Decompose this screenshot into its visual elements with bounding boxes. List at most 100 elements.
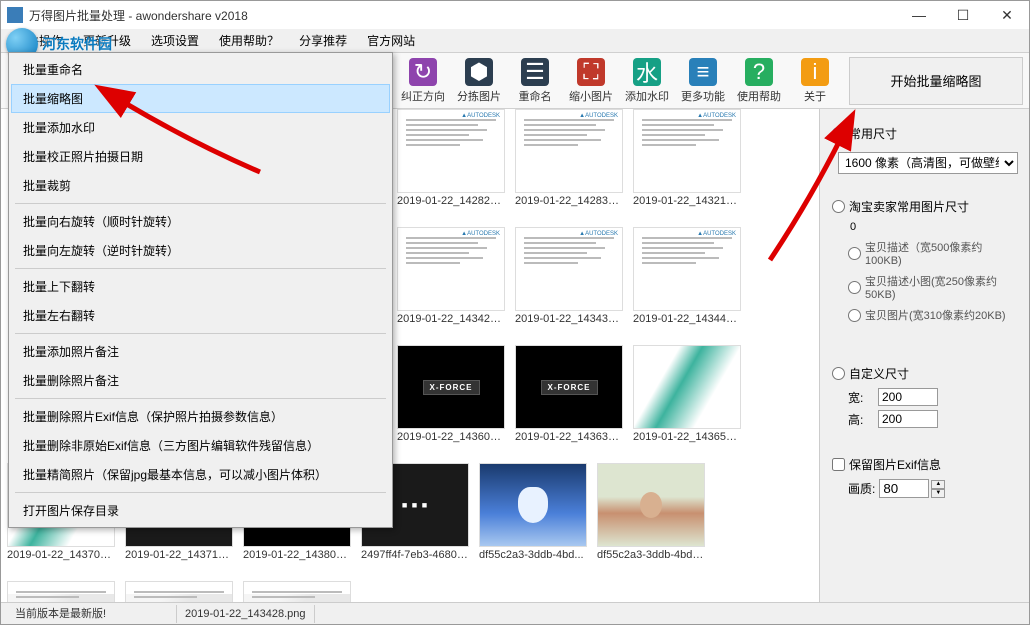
- dropdown-item-3[interactable]: 批量校正照片拍摄日期: [11, 142, 390, 171]
- dropdown-item-8[interactable]: 批量左右翻转: [11, 301, 390, 330]
- toolbar-icon-6: ?: [745, 58, 773, 86]
- dropdown-item-11[interactable]: 批量删除照片Exif信息（保护照片拍摄参数信息）: [11, 402, 390, 431]
- thumbnail-item[interactable]: [241, 581, 353, 602]
- maximize-button[interactable]: ☐: [941, 1, 985, 29]
- thumbnail-item[interactable]: ▲AUTODESK2019-01-22_142829...: [395, 109, 507, 219]
- thumbnail-item[interactable]: df55c2a3-3ddb-4bd4...: [595, 463, 707, 573]
- common-size-radio[interactable]: [832, 127, 845, 140]
- height-label: 高:: [848, 411, 878, 428]
- dropdown-item-12[interactable]: 批量删除非原始Exif信息（三方图片编辑软件残留信息）: [11, 431, 390, 460]
- toolbar-label-7: 关于: [804, 88, 826, 104]
- thumbnail-image: [7, 581, 115, 602]
- menu-item-0[interactable]: 文件操作: [5, 29, 73, 52]
- dropdown-item-13[interactable]: 批量精简照片（保留jpg最基本信息，可以减小图片体积）: [11, 460, 390, 489]
- app-icon: [7, 7, 23, 23]
- dropdown-separator: [15, 268, 386, 269]
- menu-item-5[interactable]: 官方网站: [357, 29, 425, 52]
- taobao-option-radio-1[interactable]: [848, 281, 861, 294]
- menu-item-3[interactable]: 使用帮助？: [209, 29, 289, 52]
- thumbnail-item[interactable]: ▲AUTODESK 2019-01-22_143436...: [513, 227, 625, 337]
- status-version: 当前版本是最新版!: [7, 605, 177, 623]
- quality-input[interactable]: [879, 479, 929, 498]
- taobao-option-label-2: 宝贝图片(宽310像素约20KB): [865, 307, 1006, 323]
- status-current-file: 2019-01-22_143428.png: [177, 605, 315, 623]
- thumbnail-image: ▲AUTODESK: [515, 227, 623, 311]
- thumbnail-label: 2019-01-22_143436...: [515, 313, 623, 325]
- thumbnail-label: 2019-01-22_143428...: [397, 313, 505, 325]
- status-bar: 当前版本是最新版! 2019-01-22_143428.png: [1, 602, 1029, 624]
- toolbar-label-3: 缩小图片: [569, 88, 613, 104]
- quality-up-button[interactable]: ▲: [931, 480, 945, 489]
- thumbnail-item[interactable]: X-FORCE2019-01-22_143634...: [513, 345, 625, 455]
- toolbar-button-3[interactable]: ⛶ 缩小图片: [563, 54, 619, 108]
- dropdown-item-4[interactable]: 批量裁剪: [11, 171, 390, 200]
- dropdown-item-7[interactable]: 批量上下翻转: [11, 272, 390, 301]
- thumbnail-label: 2019-01-22_142836...: [515, 195, 623, 207]
- menu-bar: 文件操作更新升级选项设置使用帮助？分享推荐官方网站: [1, 29, 1029, 53]
- thumbnail-image: ▲AUTODESK: [633, 227, 741, 311]
- common-size-select[interactable]: 1600 像素（高清图，可做壁纸: [838, 152, 1018, 174]
- keep-exif-checkbox[interactable]: [832, 458, 845, 471]
- thumbnail-image: [479, 463, 587, 547]
- thumbnail-item[interactable]: df55c2a3-3ddb-4bd...: [477, 463, 589, 573]
- width-input[interactable]: [878, 388, 938, 406]
- toolbar-icon-3: ⛶: [577, 58, 605, 86]
- thumbnail-label: df55c2a3-3ddb-4bd4...: [597, 549, 705, 561]
- toolbar-label-0: 纠正方向: [401, 88, 445, 104]
- thumbnail-item[interactable]: X-FORCE2019-01-22_143604...: [395, 345, 507, 455]
- thumbnail-item[interactable]: ▲AUTODESK2019-01-22_143444...: [631, 227, 743, 337]
- thumbnail-label: 2019-01-22_143210...: [633, 195, 741, 207]
- thumbnail-item[interactable]: ▲AUTODESK2019-01-22_143210...: [631, 109, 743, 219]
- custom-size-label: 自定义尺寸: [849, 365, 909, 382]
- taobao-option-radio-0[interactable]: [848, 247, 861, 260]
- thumbnail-item[interactable]: [5, 581, 117, 602]
- quality-label: 画质:: [848, 480, 875, 497]
- start-batch-button[interactable]: 开始批量缩略图: [849, 57, 1023, 105]
- thumbnail-label: 2019-01-22_143713...: [125, 549, 233, 561]
- toolbar-button-1[interactable]: ⬢分拣图片: [451, 54, 507, 108]
- thumbnail-item[interactable]: ▲AUTODESK2019-01-22_142836...: [513, 109, 625, 219]
- dropdown-separator: [15, 398, 386, 399]
- dropdown-item-9[interactable]: 批量添加照片备注: [11, 337, 390, 366]
- close-button[interactable]: ✕: [985, 1, 1029, 29]
- toolbar-button-2[interactable]: ☰重命名: [507, 54, 563, 108]
- thumbnail-item[interactable]: [123, 581, 235, 602]
- toolbar-icon-0: ↻: [409, 58, 437, 86]
- thumbnail-label: 2019-01-22_143634...: [515, 431, 623, 443]
- thumbnail-label: 2019-01-22_143652...: [633, 431, 741, 443]
- thumbnail-label: 2019-01-22_143705...: [7, 549, 115, 561]
- thumbnail-item[interactable]: 2019-01-22_143652...: [631, 345, 743, 455]
- dropdown-item-10[interactable]: 批量删除照片备注: [11, 366, 390, 395]
- thumbnail-image: ▲AUTODESK: [397, 109, 505, 193]
- minimize-button[interactable]: —: [897, 1, 941, 29]
- width-label: 宽:: [848, 389, 878, 406]
- taobao-option-label-1: 宝贝描述小图(宽250像素约50KB): [865, 273, 1017, 301]
- dropdown-item-6[interactable]: 批量向左旋转（逆时针旋转）: [11, 236, 390, 265]
- dropdown-item-1[interactable]: 批量缩略图: [11, 84, 390, 113]
- toolbar-button-7[interactable]: i 关于: [787, 54, 843, 108]
- taobao-zero: 0: [850, 221, 1021, 233]
- taobao-size-radio[interactable]: [832, 200, 845, 213]
- menu-item-4[interactable]: 分享推荐: [289, 29, 357, 52]
- dropdown-item-0[interactable]: 批量重命名: [11, 55, 390, 84]
- dropdown-item-5[interactable]: 批量向右旋转（顺时针旋转）: [11, 207, 390, 236]
- menu-item-2[interactable]: 选项设置: [141, 29, 209, 52]
- thumbnail-item[interactable]: ▲AUTODESK2019-01-22_143428...: [395, 227, 507, 337]
- toolbar-label-1: 分拣图片: [457, 88, 501, 104]
- toolbar-icon-5: ≡: [689, 58, 717, 86]
- custom-size-radio[interactable]: [832, 367, 845, 380]
- menu-item-1[interactable]: 更新升级: [73, 29, 141, 52]
- height-input[interactable]: [878, 410, 938, 428]
- taobao-option-radio-2[interactable]: [848, 309, 861, 322]
- toolbar-button-5[interactable]: ≡ 更多功能: [675, 54, 731, 108]
- toolbar-label-5: 更多功能: [681, 88, 725, 104]
- title-bar: 万得图片批量处理 - awondershare v2018 — ☐ ✕: [1, 1, 1029, 29]
- dropdown-item-14[interactable]: 打开图片保存目录: [11, 496, 390, 525]
- quality-down-button[interactable]: ▼: [931, 489, 945, 498]
- toolbar-button-6[interactable]: ? 使用帮助: [731, 54, 787, 108]
- dropdown-item-2[interactable]: 批量添加水印: [11, 113, 390, 142]
- toolbar-icon-7: i: [801, 58, 829, 86]
- toolbar-label-6: 使用帮助: [737, 88, 781, 104]
- toolbar-button-0[interactable]: ↻ 纠正方向: [395, 54, 451, 108]
- toolbar-button-4[interactable]: 水添加水印: [619, 54, 675, 108]
